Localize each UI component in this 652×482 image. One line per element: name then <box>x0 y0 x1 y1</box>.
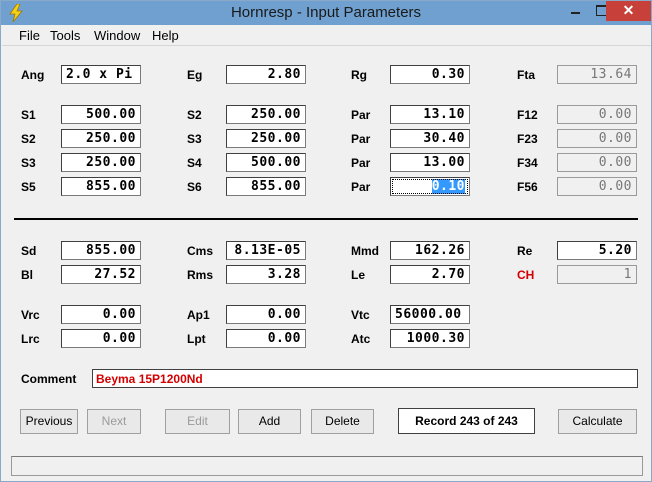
ap1-label: Ap1 <box>187 308 210 322</box>
atc-label: Atc <box>351 332 371 346</box>
lpt-field[interactable]: 0.00 <box>226 329 306 348</box>
f34-field: 0.00 <box>557 153 637 172</box>
s1-field[interactable]: 500.00 <box>61 105 141 124</box>
f23-field: 0.00 <box>557 129 637 148</box>
comment-label: Comment <box>21 372 77 386</box>
par4-label: Par <box>351 180 371 194</box>
par4-field[interactable]: 0.10 <box>390 177 470 196</box>
close-button[interactable]: ✕ <box>606 1 651 21</box>
s3-label: S3 <box>187 132 202 146</box>
lpt-label: Lpt <box>187 332 206 346</box>
atc-field[interactable]: 1000.30 <box>390 329 470 348</box>
calculate-button[interactable]: Calculate <box>558 409 637 434</box>
window-title: Hornresp - Input Parameters <box>230 4 422 21</box>
mmd-label: Mmd <box>351 244 379 258</box>
mmd-field[interactable]: 162.26 <box>390 241 470 260</box>
vrc-field[interactable]: 0.00 <box>61 305 141 324</box>
cms-label: Cms <box>187 244 214 258</box>
s3b-field[interactable]: 250.00 <box>61 153 141 172</box>
s3b-label: S3 <box>21 156 36 170</box>
s5-field[interactable]: 855.00 <box>61 177 141 196</box>
previous-button[interactable]: Previous <box>20 409 78 434</box>
eg-label: Eg <box>187 68 203 82</box>
par2-label: Par <box>351 132 371 146</box>
re-field[interactable]: 5.20 <box>557 241 637 260</box>
sd-label: Sd <box>21 244 37 258</box>
s2b-label: S2 <box>21 132 36 146</box>
f56-label: F56 <box>517 180 538 194</box>
delete-button[interactable]: Delete <box>311 409 374 434</box>
fta-label: Fta <box>517 68 535 82</box>
comment-field[interactable]: Beyma 15P1200Nd <box>92 369 638 388</box>
s6-label: S6 <box>187 180 202 194</box>
s4-field[interactable]: 500.00 <box>226 153 306 172</box>
menu-tools[interactable]: Tools <box>50 28 80 43</box>
bl-field[interactable]: 27.52 <box>61 265 141 284</box>
le-label: Le <box>351 268 366 282</box>
par1-field[interactable]: 13.10 <box>390 105 470 124</box>
bl-label: Bl <box>21 268 33 282</box>
menu-file[interactable]: File <box>19 28 40 43</box>
lrc-field[interactable]: 0.00 <box>61 329 141 348</box>
rg-field[interactable]: 0.30 <box>390 65 470 84</box>
ang-label: Ang <box>21 68 45 82</box>
f34-label: F34 <box>517 156 538 170</box>
edit-button[interactable]: Edit <box>165 409 230 434</box>
menu-bar: File Tools Window Help <box>2 25 651 46</box>
s5-label: S5 <box>21 180 36 194</box>
f23-label: F23 <box>517 132 538 146</box>
menu-window[interactable]: Window <box>94 28 140 43</box>
title-bar[interactable]: Hornresp - Input Parameters ✕ <box>1 1 651 25</box>
lrc-label: Lrc <box>21 332 40 346</box>
s2-field[interactable]: 250.00 <box>226 105 306 124</box>
cms-field[interactable]: 8.13E-05 <box>226 241 306 260</box>
vtc-label: Vtc <box>351 308 370 322</box>
rms-label: Rms <box>187 268 214 282</box>
s3-field[interactable]: 250.00 <box>226 129 306 148</box>
s2-label: S2 <box>187 108 202 122</box>
main-window: Hornresp - Input Parameters ✕ File Tools… <box>0 0 652 482</box>
par3-label: Par <box>351 156 371 170</box>
section-divider <box>14 218 638 220</box>
s2b-field[interactable]: 250.00 <box>61 129 141 148</box>
s6-field[interactable]: 855.00 <box>226 177 306 196</box>
fta-field: 13.64 <box>557 65 637 84</box>
record-counter: Record 243 of 243 <box>398 408 535 434</box>
sd-field[interactable]: 855.00 <box>61 241 141 260</box>
s4-label: S4 <box>187 156 202 170</box>
re-label: Re <box>517 244 533 258</box>
ch-field[interactable]: 1 <box>557 265 637 284</box>
f56-field: 0.00 <box>557 177 637 196</box>
rg-label: Rg <box>351 68 367 82</box>
s1-label: S1 <box>21 108 36 122</box>
menu-help[interactable]: Help <box>152 28 179 43</box>
status-bar <box>11 456 643 476</box>
par1-label: Par <box>351 108 371 122</box>
minimize-button[interactable] <box>562 1 588 21</box>
le-field[interactable]: 2.70 <box>390 265 470 284</box>
next-button[interactable]: Next <box>87 409 141 434</box>
f12-label: F12 <box>517 108 538 122</box>
vrc-label: Vrc <box>21 308 40 322</box>
ch-label: CH <box>517 268 535 282</box>
f12-field: 0.00 <box>557 105 637 124</box>
vtc-field[interactable]: 56000.00 <box>390 305 470 324</box>
par4-selected-text: 0.10 <box>431 179 465 194</box>
rms-field[interactable]: 3.28 <box>226 265 306 284</box>
ang-field[interactable]: 2.0 x Pi <box>61 65 141 84</box>
eg-field[interactable]: 2.80 <box>226 65 306 84</box>
close-icon: ✕ <box>622 2 635 18</box>
ap1-field[interactable]: 0.00 <box>226 305 306 324</box>
par2-field[interactable]: 30.40 <box>390 129 470 148</box>
add-button[interactable]: Add <box>238 409 301 434</box>
par3-field[interactable]: 13.00 <box>390 153 470 172</box>
